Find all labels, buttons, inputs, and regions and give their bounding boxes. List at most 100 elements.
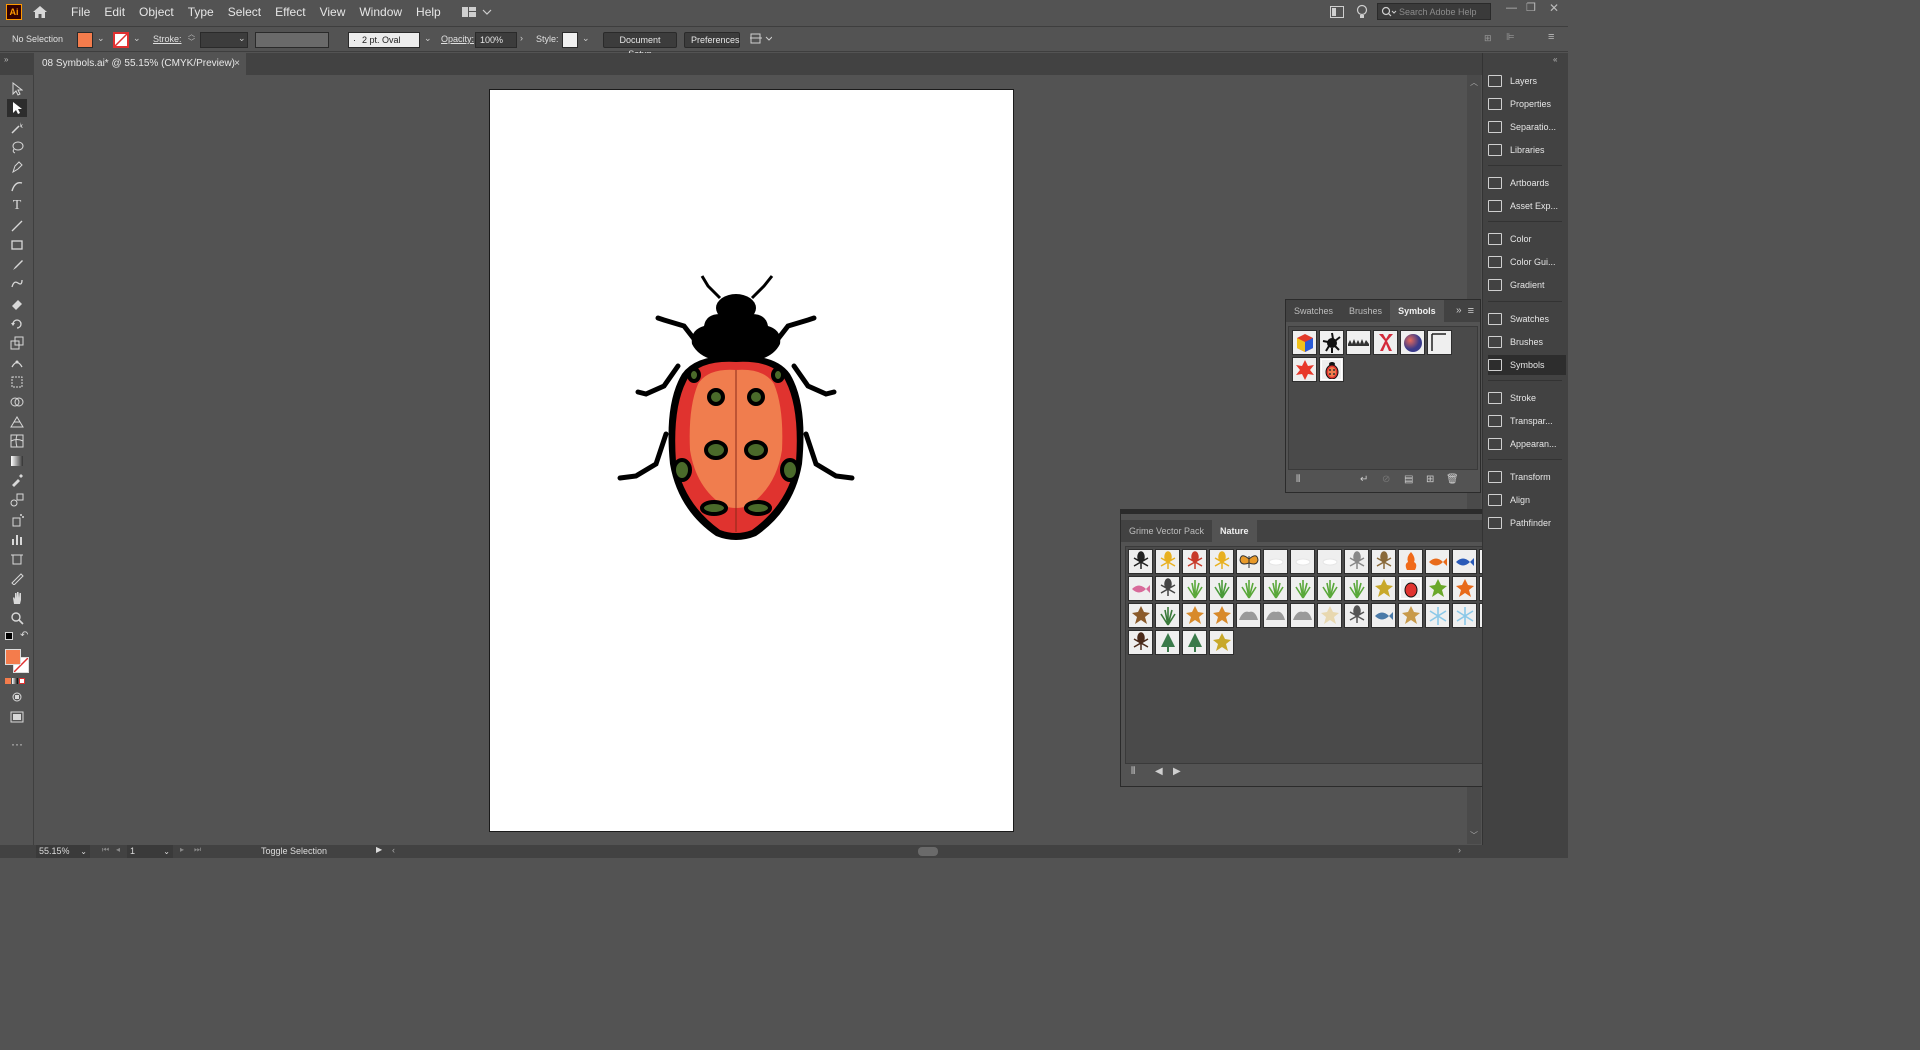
dock-item-symbols[interactable]: Symbols	[1488, 355, 1566, 375]
home-icon[interactable]	[30, 2, 50, 22]
opacity-field[interactable]: 100%	[475, 32, 517, 48]
nature-symbol-cloud1[interactable]	[1263, 549, 1288, 574]
swap-colors-icon[interactable]: ↶	[20, 630, 28, 641]
default-colors-icon[interactable]	[5, 632, 13, 640]
menu-window[interactable]: Window	[352, 0, 409, 24]
stroke-swatch[interactable]	[113, 32, 129, 48]
nature-symbol-shark[interactable]	[1371, 603, 1396, 628]
workspace-switcher-icon[interactable]	[461, 6, 492, 18]
nature-symbol-grass1[interactable]	[1182, 576, 1207, 601]
nature-symbol-grass2[interactable]	[1236, 576, 1261, 601]
tab-nature[interactable]: Nature	[1212, 520, 1257, 542]
nature-symbol-beetle[interactable]	[1209, 549, 1234, 574]
next-artboard-icon[interactable]: ▸	[180, 845, 184, 854]
scroll-up-icon[interactable]: ︿	[1470, 77, 1478, 88]
nature-symbol-leaf-gold[interactable]	[1209, 630, 1234, 655]
stroke-weight-dropdown-icon[interactable]: ⌄	[238, 33, 246, 44]
arrange-icon[interactable]	[750, 32, 773, 49]
menu-type[interactable]: Type	[181, 0, 221, 24]
nature-symbol-grass6[interactable]	[1344, 576, 1369, 601]
screen-mode-icon[interactable]	[7, 708, 27, 726]
align-panel-icon[interactable]: ⊫	[1506, 32, 1515, 43]
dock-item-pathfinder[interactable]: Pathfinder	[1488, 513, 1566, 533]
blend-tool-icon[interactable]	[7, 491, 27, 509]
nature-symbol-spider-red[interactable]	[1182, 549, 1207, 574]
nature-symbol-ladybug[interactable]	[1398, 576, 1423, 601]
panel-grid-icon[interactable]: ⊞	[1484, 33, 1492, 44]
dock-item-brushes[interactable]: Brushes	[1488, 332, 1566, 352]
dock-item-color-gui[interactable]: Color Gui...	[1488, 252, 1566, 272]
symbol-sphere[interactable]	[1400, 330, 1425, 355]
arrange-documents-icon[interactable]	[1330, 6, 1344, 21]
nature-symbol-rock2[interactable]	[1263, 603, 1288, 628]
symbol-banner[interactable]	[1427, 330, 1452, 355]
ladybug-artwork[interactable]	[616, 274, 856, 542]
dock-item-separatio[interactable]: Separatio...	[1488, 117, 1566, 137]
symbol-libraries-icon[interactable]: ⫴	[1296, 474, 1300, 485]
eraser-tool-icon[interactable]	[7, 295, 27, 313]
tab-grime-vector-pack[interactable]: Grime Vector Pack	[1121, 520, 1212, 542]
nature-symbol-tree[interactable]	[1155, 630, 1180, 655]
brush-definition[interactable]: · 2 pt. Oval	[348, 32, 420, 48]
dock-item-transpar[interactable]: Transpar...	[1488, 411, 1566, 431]
dock-item-properties[interactable]: Properties	[1488, 94, 1566, 114]
menu-help[interactable]: Help	[409, 0, 448, 24]
dock-item-transform[interactable]: Transform	[1488, 467, 1566, 487]
tab-brushes[interactable]: Brushes	[1341, 300, 1390, 322]
fill-color-box[interactable]	[5, 649, 21, 665]
tab-symbols[interactable]: Symbols	[1390, 300, 1444, 322]
status-mode-text[interactable]: Toggle Selection	[261, 845, 327, 858]
dock-item-appearan[interactable]: Appearan...	[1488, 434, 1566, 454]
slice-tool-icon[interactable]	[7, 569, 27, 587]
close-window-icon[interactable]: ✕	[1549, 1, 1559, 15]
nature-symbol-dragonfly[interactable]	[1344, 549, 1369, 574]
last-artboard-icon[interactable]: ⏭	[194, 845, 201, 855]
symbol-ladybug[interactable]	[1319, 357, 1344, 382]
dock-item-gradient[interactable]: Gradient	[1488, 275, 1566, 295]
dock-item-asset-exp[interactable]: Asset Exp...	[1488, 196, 1566, 216]
opacity-arrow-icon[interactable]: ›	[520, 33, 523, 43]
nature-symbol-fire[interactable]	[1398, 549, 1423, 574]
nature-symbol-spider[interactable]	[1128, 630, 1153, 655]
nature-symbol-bee[interactable]	[1155, 549, 1180, 574]
document-setup-button[interactable]: Document Setup	[603, 32, 677, 59]
nature-symbol-snowflake2[interactable]	[1452, 603, 1477, 628]
nature-symbol-grass4[interactable]	[1290, 576, 1315, 601]
dock-item-libraries[interactable]: Libraries	[1488, 140, 1566, 160]
nature-symbol-grass3[interactable]	[1263, 576, 1288, 601]
nature-symbol-fly[interactable]	[1155, 576, 1180, 601]
nature-symbol-fish-pink[interactable]	[1128, 576, 1153, 601]
menu-select[interactable]: Select	[221, 0, 268, 24]
dock-item-stroke[interactable]: Stroke	[1488, 388, 1566, 408]
nature-symbol-rock1[interactable]	[1236, 603, 1261, 628]
stroke-label[interactable]: Stroke:	[153, 34, 182, 44]
delete-symbol-icon[interactable]: 🗑	[1446, 474, 1459, 485]
menu-lines-icon[interactable]: ≡	[1548, 31, 1554, 43]
toolbar-collapse-icon[interactable]: »	[4, 55, 8, 64]
symbol-options-icon[interactable]: ▤	[1404, 474, 1413, 485]
menu-view[interactable]: View	[313, 0, 353, 24]
nature-symbol-seed[interactable]	[1317, 603, 1342, 628]
style-dropdown-icon[interactable]: ⌄	[582, 33, 590, 44]
dock-item-swatches[interactable]: Swatches	[1488, 309, 1566, 329]
paintbrush-tool-icon[interactable]	[7, 256, 27, 274]
close-tab-icon[interactable]: ×	[234, 53, 240, 75]
menu-file[interactable]: File	[64, 0, 97, 24]
fill-swatch[interactable]	[77, 32, 93, 48]
symbol-sprayer-tool-icon[interactable]	[7, 511, 27, 529]
type-tool-icon[interactable]: T	[7, 197, 27, 215]
nature-symbol-butterfly[interactable]	[1236, 549, 1261, 574]
menu-effect[interactable]: Effect	[268, 0, 312, 24]
perspective-grid-tool-icon[interactable]	[7, 413, 27, 431]
help-search-box[interactable]: Search Adobe Help	[1377, 3, 1491, 20]
variable-width-profile[interactable]	[255, 32, 329, 48]
nature-symbol-leaf-yellow[interactable]	[1371, 576, 1396, 601]
rectangle-tool-icon[interactable]	[7, 236, 27, 254]
shaper-tool-icon[interactable]	[7, 275, 27, 293]
lasso-tool-icon[interactable]	[7, 138, 27, 156]
nature-symbol-leaf-orange[interactable]	[1452, 576, 1477, 601]
width-tool-icon[interactable]	[7, 354, 27, 372]
preferences-button[interactable]: Preferences	[684, 32, 740, 48]
nature-symbol-fern[interactable]	[1155, 603, 1180, 628]
eyedropper-tool-icon[interactable]	[7, 471, 27, 489]
